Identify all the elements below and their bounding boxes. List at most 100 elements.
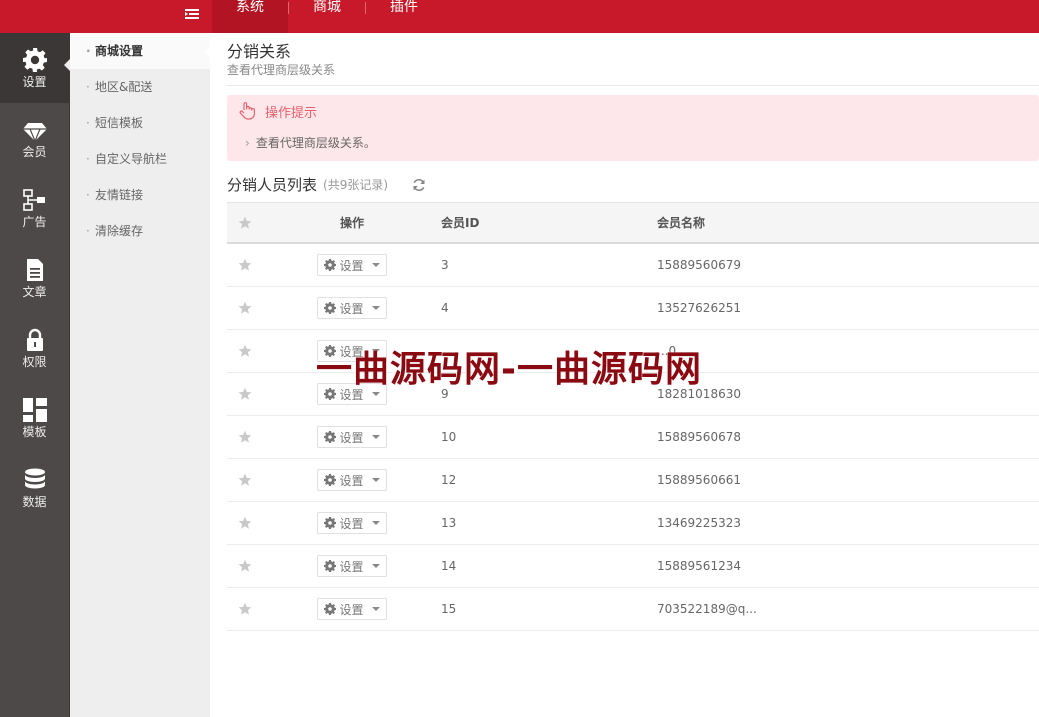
settings-label: 设置 xyxy=(339,258,364,273)
member-id: 3 xyxy=(441,258,449,272)
chevron-down-icon xyxy=(371,349,380,353)
tab-label: 商城 xyxy=(313,0,341,15)
gear-icon xyxy=(22,48,47,72)
sidebar-item-articles[interactable]: 文章 xyxy=(0,243,69,313)
submenu-item-custom-nav[interactable]: 自定义导航栏 xyxy=(70,141,210,177)
sidebar-item-templates[interactable]: 模板 xyxy=(0,383,69,453)
submenu-item-sms-template[interactable]: 短信模板 xyxy=(70,105,210,141)
tab-mall[interactable]: 商城 xyxy=(289,0,365,33)
page-subtitle: 查看代理商层级关系 xyxy=(227,63,336,77)
submenu-item-label: 商城设置 xyxy=(95,44,144,58)
sidebar-item-label: 设置 xyxy=(22,75,47,89)
star-icon[interactable] xyxy=(238,473,252,487)
member-id: 4 xyxy=(441,301,449,315)
settings-label: 设置 xyxy=(339,344,364,359)
row-operation-cell: 设置 xyxy=(263,383,441,405)
diamond-icon xyxy=(22,123,47,143)
star-icon[interactable] xyxy=(238,430,252,444)
settings-dropdown-button[interactable]: 设置 xyxy=(317,598,387,620)
table-row: 设置 13 13469225323 xyxy=(227,502,1039,545)
row-star-cell xyxy=(227,473,263,487)
star-icon[interactable] xyxy=(238,216,252,230)
sidebar-item-permissions[interactable]: 权限 xyxy=(0,313,69,383)
tab-label: 系统 xyxy=(236,0,264,15)
sidebar-item-label: 模板 xyxy=(22,425,47,439)
settings-dropdown-button[interactable]: 设置 xyxy=(317,383,387,405)
member-name: 15889560661 xyxy=(657,473,741,487)
sidebar-item-label: 广告 xyxy=(22,215,47,229)
settings-dropdown-button[interactable]: 设置 xyxy=(317,469,387,491)
settings-dropdown-button[interactable]: 设置 xyxy=(317,512,387,534)
star-icon[interactable] xyxy=(238,301,252,315)
tab-plugins[interactable]: 插件 xyxy=(366,0,442,33)
settings-dropdown-button[interactable]: 设置 xyxy=(317,426,387,448)
gear-icon xyxy=(324,345,337,357)
chevron-down-icon xyxy=(371,564,380,568)
tip-header[interactable]: 操作提示 xyxy=(237,101,317,121)
sidebar-item-members[interactable]: 会员 xyxy=(0,103,69,173)
gear-icon xyxy=(324,474,337,486)
member-id: 12 xyxy=(441,473,457,487)
submenu-item-label: 友情链接 xyxy=(95,188,144,202)
submenu-item-region-delivery[interactable]: 地区&配送 xyxy=(70,69,210,105)
chevron-down-icon xyxy=(371,478,380,482)
menu-toggle-icon[interactable] xyxy=(184,6,200,22)
gear-icon xyxy=(324,259,337,271)
submenu-item-label: 自定义导航栏 xyxy=(95,152,168,166)
submenu-item-mall-settings[interactable]: 商城设置 xyxy=(70,33,210,69)
chevron-down-icon xyxy=(371,263,380,267)
settings-label: 设置 xyxy=(339,473,364,488)
submenu-item-label: 短信模板 xyxy=(95,116,144,130)
row-star-cell xyxy=(227,602,263,616)
submenu-item-friend-links[interactable]: 友情链接 xyxy=(70,177,210,213)
row-star-cell xyxy=(227,387,263,401)
page-title: 分销关系 xyxy=(227,42,292,61)
table-row: 设置 3 15889560679 xyxy=(227,244,1039,287)
star-icon[interactable] xyxy=(238,387,252,401)
star-icon[interactable] xyxy=(238,516,252,530)
refresh-icon[interactable] xyxy=(412,178,426,192)
star-icon[interactable] xyxy=(238,559,252,573)
sidebar-item-ads[interactable]: 广告 xyxy=(0,173,69,243)
settings-dropdown-button[interactable]: 设置 xyxy=(317,254,387,276)
star-icon[interactable] xyxy=(238,258,252,272)
member-name: 13469225323 xyxy=(657,516,741,530)
row-star-cell xyxy=(227,516,263,530)
chevron-down-icon xyxy=(371,392,380,396)
member-name: ...0 xyxy=(657,344,677,358)
settings-dropdown-button[interactable]: 设置 xyxy=(317,297,387,319)
star-icon[interactable] xyxy=(238,344,252,358)
tab-system[interactable]: 系统 xyxy=(212,0,288,33)
icon-sidebar: 设置 会员 广告 文章 权限 模板 数据 xyxy=(0,33,70,717)
member-id: 13 xyxy=(441,516,457,530)
header-member-id: 会员ID xyxy=(441,216,480,230)
settings-label: 设置 xyxy=(339,559,364,574)
sidebar-item-data[interactable]: 数据 xyxy=(0,453,69,523)
member-name: 15889561234 xyxy=(657,559,741,573)
top-tabs: 系统 商城 插件 xyxy=(212,0,442,33)
record-count: (共9张记录) xyxy=(323,178,389,192)
top-navbar: 系统 商城 插件 xyxy=(0,0,1039,33)
submenu-item-label: 地区&配送 xyxy=(95,80,153,94)
row-star-cell xyxy=(227,559,263,573)
header-member-name: 会员名称 xyxy=(657,216,706,230)
submenu-item-clear-cache[interactable]: 清除缓存 xyxy=(70,213,210,249)
member-name: 15889560679 xyxy=(657,258,741,272)
star-icon[interactable] xyxy=(238,602,252,616)
table-row: 设置 12 15889560661 xyxy=(227,459,1039,502)
table-row: 设置 9 18281018630 xyxy=(227,373,1039,416)
settings-dropdown-button[interactable]: 设置 xyxy=(317,340,387,362)
row-operation-cell: 设置 xyxy=(263,512,441,534)
table-header: 操作 会员ID 会员名称 xyxy=(227,202,1039,244)
row-star-cell xyxy=(227,430,263,444)
sidebar-item-settings[interactable]: 设置 xyxy=(0,33,69,103)
row-star-cell xyxy=(227,344,263,358)
row-operation-cell: 设置 xyxy=(263,426,441,448)
chevron-down-icon xyxy=(371,607,380,611)
member-id: 10 xyxy=(441,430,457,444)
settings-dropdown-button[interactable]: 设置 xyxy=(317,555,387,577)
dashboard-icon xyxy=(22,398,47,422)
settings-label: 设置 xyxy=(339,516,364,531)
member-id: 15 xyxy=(441,602,457,616)
header-operation: 操作 xyxy=(339,216,364,230)
